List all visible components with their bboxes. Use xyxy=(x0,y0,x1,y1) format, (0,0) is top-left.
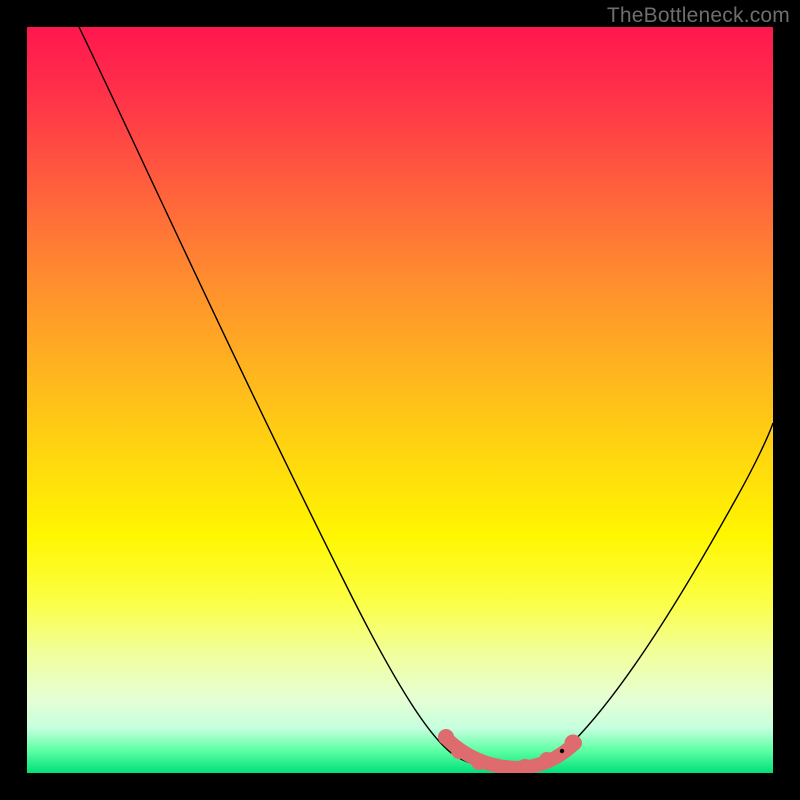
marker-dot xyxy=(471,754,487,770)
marker-dot xyxy=(539,752,555,768)
chart-stage: TheBottleneck.com xyxy=(0,0,800,800)
bottleneck-curve xyxy=(79,27,773,769)
marker-dot xyxy=(565,735,582,752)
marker-dot xyxy=(451,743,467,759)
plot-area xyxy=(27,27,773,773)
curve-layer xyxy=(27,27,773,773)
small-black-dot xyxy=(560,749,564,753)
watermark-text: TheBottleneck.com xyxy=(607,4,790,28)
marker-dot xyxy=(438,729,454,745)
minimum-highlight-stroke xyxy=(448,740,575,768)
